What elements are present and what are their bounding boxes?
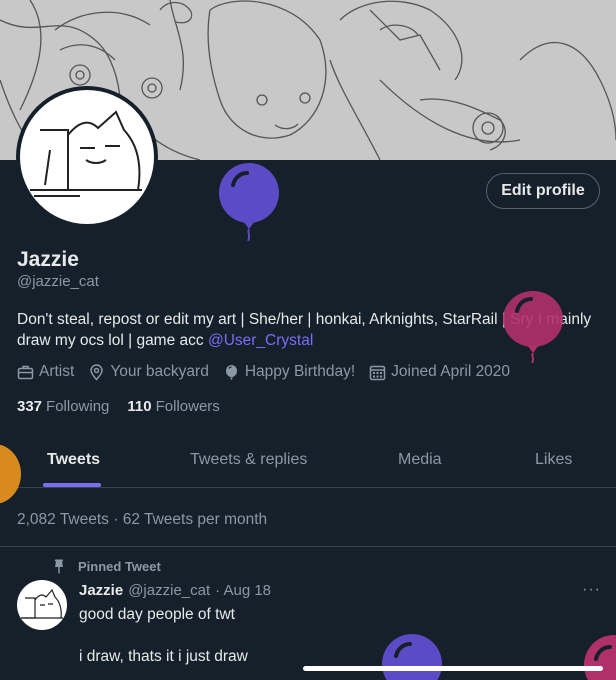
balloon-purple-bottom bbox=[382, 634, 442, 680]
following-link[interactable]: 337 Following bbox=[17, 398, 109, 415]
tweet-date[interactable]: · Aug 18 bbox=[215, 582, 271, 599]
pinned-indicator: Pinned Tweet bbox=[52, 559, 161, 574]
tweet-text: good day people of twt i draw, thats it … bbox=[79, 604, 248, 667]
tweet-header: Jazzie @jazzie_cat · Aug 18 bbox=[79, 582, 271, 599]
location-item: Your backyard bbox=[88, 363, 209, 381]
followers-link[interactable]: 110 Followers bbox=[127, 398, 219, 415]
bio-mention-link[interactable]: @User_Crystal bbox=[208, 332, 313, 349]
birthday-text: Happy Birthday! bbox=[244, 363, 356, 380]
balloon-magenta bbox=[503, 291, 563, 363]
tweet-stats: 2,082 Tweets · 62 Tweets per month bbox=[17, 511, 268, 528]
location-text: Your backyard bbox=[110, 363, 209, 380]
following-count: 337 bbox=[17, 398, 43, 415]
profession-item: Artist bbox=[17, 363, 74, 381]
calendar-icon bbox=[369, 365, 386, 380]
tweet-line-2: i draw, thats it i just draw bbox=[79, 648, 248, 665]
followers-label: Followers bbox=[155, 398, 220, 415]
tab-tweets[interactable]: Tweets bbox=[47, 451, 100, 469]
tweet-line-1: good day people of twt bbox=[79, 606, 235, 623]
more-icon[interactable]: ··· bbox=[582, 581, 601, 599]
profile-meta: Artist Your backyard Happy Birthday! Joi… bbox=[17, 363, 524, 381]
tab-tweets-replies[interactable]: Tweets & replies bbox=[190, 451, 307, 469]
home-indicator[interactable] bbox=[303, 666, 603, 671]
tweet-avatar[interactable] bbox=[17, 580, 67, 630]
edit-profile-button[interactable]: Edit profile bbox=[486, 173, 600, 209]
balloon-magenta-bottom bbox=[584, 635, 616, 680]
tweet-author[interactable]: Jazzie bbox=[79, 582, 123, 599]
followers-count: 110 bbox=[127, 398, 152, 415]
profile-tabs: Tweets Tweets & replies Media Likes bbox=[0, 437, 616, 488]
avatar-cat-drawing bbox=[20, 90, 154, 224]
tab-media[interactable]: Media bbox=[398, 451, 442, 469]
profile-handle: @jazzie_cat bbox=[17, 273, 99, 290]
tweet-handle[interactable]: @jazzie_cat bbox=[128, 582, 210, 599]
joined-text: Joined April 2020 bbox=[391, 363, 511, 380]
pinned-label: Pinned Tweet bbox=[78, 559, 161, 574]
birthday-item: Happy Birthday! bbox=[223, 363, 355, 381]
location-pin-icon bbox=[90, 363, 104, 381]
active-tab-indicator bbox=[43, 483, 101, 487]
balloon-orange bbox=[0, 444, 21, 504]
divider bbox=[0, 546, 616, 547]
joined-item: Joined April 2020 bbox=[369, 363, 510, 381]
follow-stats: 337 Following 110 Followers bbox=[17, 398, 238, 415]
briefcase-icon bbox=[17, 365, 34, 379]
profession-text: Artist bbox=[39, 363, 75, 380]
balloon-purple-top bbox=[219, 163, 279, 241]
profile-avatar[interactable] bbox=[16, 86, 158, 228]
following-label: Following bbox=[46, 398, 110, 415]
balloon-icon bbox=[225, 364, 237, 380]
profile-name: Jazzie bbox=[17, 248, 79, 271]
pin-icon bbox=[55, 559, 63, 574]
tab-likes[interactable]: Likes bbox=[535, 451, 572, 469]
